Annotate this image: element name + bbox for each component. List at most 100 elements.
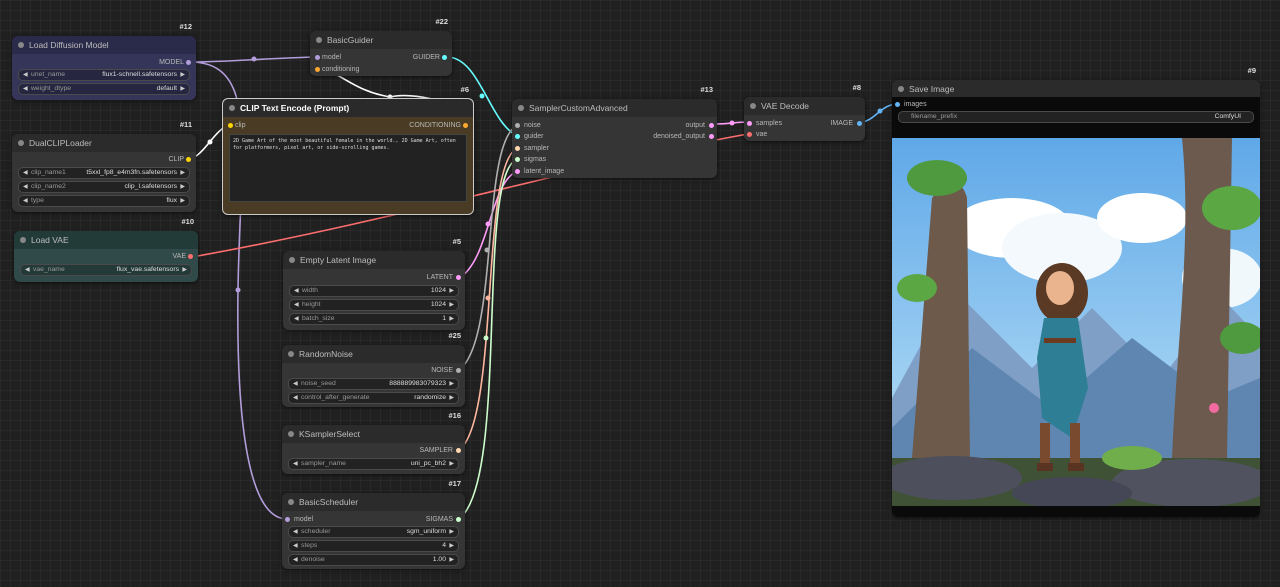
output-denoised-pin[interactable]: [709, 134, 714, 139]
output-sampler-pin[interactable]: [456, 448, 461, 453]
collapse-dot-icon[interactable]: [289, 257, 295, 263]
left-arrow-icon[interactable]: ◀: [23, 168, 28, 178]
right-arrow-icon[interactable]: ▶: [449, 555, 454, 565]
node-basic-scheduler[interactable]: #17 BasicScheduler model SIGMAS ◀ schedu…: [282, 479, 465, 569]
right-arrow-icon[interactable]: ▶: [449, 527, 454, 537]
node-save-image[interactable]: #9 Save Image images filename_prefix Com…: [892, 66, 1260, 517]
node-title[interactable]: RandomNoise: [282, 345, 465, 363]
widget-vae-name[interactable]: ◀ vae_name flux_vae.safetensors ▶: [20, 264, 192, 276]
node-title[interactable]: BasicGuider: [310, 31, 452, 49]
node-title[interactable]: CLIP Text Encode (Prompt): [223, 99, 473, 117]
node-load-diffusion-model[interactable]: #12 Load Diffusion Model MODEL ◀ unet_na…: [12, 22, 196, 100]
node-title[interactable]: Save Image: [892, 80, 1260, 98]
right-arrow-icon[interactable]: ▶: [180, 182, 185, 192]
left-arrow-icon[interactable]: ◀: [293, 541, 298, 551]
widget-control-after-generate[interactable]: ◀ control_after_generate randomize ▶: [288, 392, 459, 404]
output-model-pin[interactable]: [186, 60, 191, 65]
output-guider-pin[interactable]: [442, 55, 447, 60]
node-ksampler-select[interactable]: #16 KSamplerSelect SAMPLER ◀ sampler_nam…: [282, 411, 465, 474]
widget-batch-size[interactable]: ◀ batch_size 1 ▶: [289, 313, 459, 325]
output-clip-pin[interactable]: [186, 157, 191, 162]
collapse-dot-icon[interactable]: [20, 237, 26, 243]
right-arrow-icon[interactable]: ▶: [449, 393, 454, 403]
widget-clip-name1[interactable]: ◀ clip_name1 t5xxl_fp8_e4m3fn.safetensor…: [18, 167, 190, 179]
left-arrow-icon[interactable]: ◀: [23, 70, 28, 80]
right-arrow-icon[interactable]: ▶: [449, 541, 454, 551]
input-model-pin[interactable]: [315, 55, 320, 60]
input-samples-pin[interactable]: [747, 121, 752, 126]
right-arrow-icon[interactable]: ▶: [449, 300, 454, 310]
collapse-dot-icon[interactable]: [18, 42, 24, 48]
widget-denoise[interactable]: ◀ denoise 1.00 ▶: [288, 554, 459, 566]
widget-noise-seed[interactable]: ◀ noise_seed 888889983079323 ▶: [288, 378, 459, 390]
widget-scheduler[interactable]: ◀ scheduler sgm_uniform ▶: [288, 526, 459, 538]
node-load-vae[interactable]: #10 Load VAE VAE ◀ vae_name flux_vae.saf…: [14, 217, 198, 282]
node-dual-clip-loader[interactable]: #11 DualCLIPLoader CLIP ◀ clip_name1 t5x…: [12, 120, 196, 212]
left-arrow-icon[interactable]: ◀: [294, 300, 299, 310]
output-conditioning-pin[interactable]: [463, 123, 468, 128]
left-arrow-icon[interactable]: ◀: [293, 459, 298, 469]
collapse-dot-icon[interactable]: [898, 86, 904, 92]
collapse-dot-icon[interactable]: [518, 105, 524, 111]
prompt-textarea[interactable]: 2D Game Art of the most beautiful female…: [229, 134, 467, 202]
input-conditioning-pin[interactable]: [315, 67, 320, 72]
input-guider-pin[interactable]: [515, 134, 520, 139]
node-title[interactable]: Load Diffusion Model: [12, 36, 196, 54]
input-images-pin[interactable]: [895, 102, 900, 107]
node-vae-decode[interactable]: #8 VAE Decode samples vae IMAGE: [744, 83, 865, 141]
right-arrow-icon[interactable]: ▶: [449, 314, 454, 324]
input-clip-pin[interactable]: [228, 123, 233, 128]
widget-steps[interactable]: ◀ steps 4 ▶: [288, 540, 459, 552]
collapse-dot-icon[interactable]: [288, 351, 294, 357]
node-title[interactable]: KSamplerSelect: [282, 425, 465, 443]
node-title[interactable]: Empty Latent Image: [283, 251, 465, 269]
node-title[interactable]: VAE Decode: [744, 97, 865, 115]
collapse-dot-icon[interactable]: [288, 499, 294, 505]
left-arrow-icon[interactable]: ◀: [294, 286, 299, 296]
right-arrow-icon[interactable]: ▶: [449, 459, 454, 469]
widget-sampler-name[interactable]: ◀ sampler_name uni_pc_bh2 ▶: [288, 458, 459, 470]
input-sampler-pin[interactable]: [515, 146, 520, 151]
left-arrow-icon[interactable]: ◀: [25, 265, 30, 275]
node-random-noise[interactable]: #25 RandomNoise NOISE ◀ noise_seed 88888…: [282, 331, 465, 407]
widget-clip-name2[interactable]: ◀ clip_name2 clip_l.safetensors ▶: [18, 181, 190, 193]
left-arrow-icon[interactable]: ◀: [293, 527, 298, 537]
widget-height[interactable]: ◀ height 1024 ▶: [289, 299, 459, 311]
output-image-pin[interactable]: [857, 121, 862, 126]
right-arrow-icon[interactable]: ▶: [180, 168, 185, 178]
collapse-dot-icon[interactable]: [229, 105, 235, 111]
left-arrow-icon[interactable]: ◀: [293, 379, 298, 389]
output-noise-pin[interactable]: [456, 368, 461, 373]
input-latent-image-pin[interactable]: [515, 169, 520, 174]
left-arrow-icon[interactable]: ◀: [294, 314, 299, 324]
node-title[interactable]: Load VAE: [14, 231, 198, 249]
output-vae-pin[interactable]: [188, 254, 193, 259]
collapse-dot-icon[interactable]: [316, 37, 322, 43]
collapse-dot-icon[interactable]: [18, 140, 24, 146]
right-arrow-icon[interactable]: ▶: [180, 84, 185, 94]
right-arrow-icon[interactable]: ▶: [449, 286, 454, 296]
right-arrow-icon[interactable]: ▶: [180, 196, 185, 206]
widget-width[interactable]: ◀ width 1024 ▶: [289, 285, 459, 297]
widget-type[interactable]: ◀ type flux ▶: [18, 195, 190, 207]
left-arrow-icon[interactable]: ◀: [23, 182, 28, 192]
output-output-pin[interactable]: [709, 123, 714, 128]
widget-filename-prefix[interactable]: filename_prefix ComfyUI: [898, 111, 1254, 123]
node-basic-guider[interactable]: #22 BasicGuider model conditioning GUIDE…: [310, 17, 452, 76]
widget-unet-name[interactable]: ◀ unet_name flux1-schnell.safetensors ▶: [18, 69, 190, 81]
node-title[interactable]: SamplerCustomAdvanced: [512, 99, 717, 117]
right-arrow-icon[interactable]: ▶: [180, 70, 185, 80]
output-sigmas-pin[interactable]: [456, 517, 461, 522]
left-arrow-icon[interactable]: ◀: [293, 393, 298, 403]
right-arrow-icon[interactable]: ▶: [182, 265, 187, 275]
input-noise-pin[interactable]: [515, 123, 520, 128]
node-title[interactable]: DualCLIPLoader: [12, 134, 196, 152]
input-model-pin[interactable]: [285, 517, 290, 522]
input-vae-pin[interactable]: [747, 132, 752, 137]
node-clip-text-encode[interactable]: #6 CLIP Text Encode (Prompt) clip CONDIT…: [222, 85, 474, 215]
input-sigmas-pin[interactable]: [515, 157, 520, 162]
widget-weight-dtype[interactable]: ◀ weight_dtype default ▶: [18, 83, 190, 95]
node-sampler-custom-advanced[interactable]: #13 SamplerCustomAdvanced noise guider s…: [512, 85, 717, 178]
node-title[interactable]: BasicScheduler: [282, 493, 465, 511]
left-arrow-icon[interactable]: ◀: [23, 196, 28, 206]
